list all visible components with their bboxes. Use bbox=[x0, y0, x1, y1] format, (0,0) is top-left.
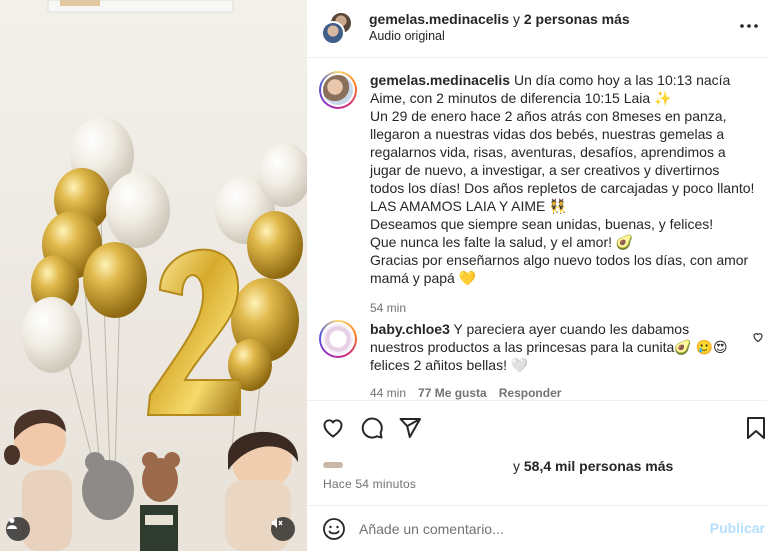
comment-icon bbox=[361, 417, 383, 439]
post-header: gemelas.medinacelis y 2 personas más Aud… bbox=[307, 0, 767, 58]
likes-connector: y bbox=[513, 458, 520, 474]
heart-icon bbox=[753, 333, 763, 343]
comment-body: baby.chloe3 Y pareciera ayer cuando les … bbox=[370, 320, 740, 400]
comment-like-button[interactable] bbox=[752, 330, 764, 343]
comment-time[interactable]: 44 min bbox=[370, 384, 406, 400]
caption-avatar[interactable] bbox=[319, 71, 357, 109]
heart-icon bbox=[323, 419, 343, 438]
more-options-button[interactable] bbox=[739, 16, 759, 36]
likes-section: y 58,4 mil personas más Hace 54 minutos bbox=[307, 454, 767, 496]
caption-time[interactable]: 54 min bbox=[370, 299, 406, 317]
add-comment-bar: Publicar bbox=[307, 505, 767, 551]
post-time[interactable]: Hace 54 minutos bbox=[323, 477, 416, 491]
comment-likes[interactable]: 77 Me gusta bbox=[418, 384, 487, 400]
share-icon bbox=[399, 418, 421, 438]
action-bar bbox=[307, 400, 767, 454]
header-username[interactable]: gemelas.medinacelis bbox=[369, 11, 509, 27]
caption-line-3: Deseamos que siempre sean unidas, buenas… bbox=[370, 216, 714, 232]
caption-line-4: Que nunca les falte la salud, y el amor!… bbox=[370, 234, 634, 250]
mute-icon bbox=[272, 518, 283, 528]
caption-body: gemelas.medinacelis Un día como hoy a la… bbox=[370, 71, 755, 317]
post-sidebar: gemelas.medinacelis y 2 personas más Aud… bbox=[307, 0, 767, 551]
mute-button[interactable] bbox=[271, 517, 295, 541]
post-photo bbox=[0, 0, 307, 551]
comment-username[interactable]: baby.chloe3 bbox=[370, 321, 450, 337]
header-username-line: gemelas.medinacelis y 2 personas más bbox=[369, 11, 630, 27]
caption-line-2: Un 29 de enero hace 2 años atrás con 8me… bbox=[370, 108, 755, 214]
tagged-users-button[interactable] bbox=[6, 517, 30, 541]
more-horizontal-icon bbox=[740, 24, 758, 28]
comments-section[interactable]: gemelas.medinacelis Un día como hoy a la… bbox=[307, 58, 767, 400]
save-button[interactable] bbox=[743, 415, 767, 441]
post-media[interactable] bbox=[0, 0, 307, 551]
like-button[interactable] bbox=[320, 415, 346, 441]
collab-avatars[interactable] bbox=[321, 11, 355, 45]
reply-button[interactable]: Responder bbox=[499, 384, 562, 400]
caption-line-5: Gracias por enseñarnos algo nuevo todos … bbox=[370, 252, 749, 286]
comment-input[interactable] bbox=[359, 518, 679, 540]
avatar bbox=[321, 21, 345, 45]
likes-count[interactable]: 58,4 mil personas más bbox=[524, 458, 673, 474]
audio-label[interactable]: Audio original bbox=[369, 29, 445, 43]
emoji-button[interactable] bbox=[321, 516, 347, 542]
caption-meta: 54 min bbox=[370, 299, 755, 317]
bookmark-icon bbox=[747, 417, 765, 439]
comment-avatar[interactable] bbox=[319, 320, 357, 358]
header-collab-others[interactable]: 2 personas más bbox=[524, 11, 630, 27]
comment-button[interactable] bbox=[359, 415, 385, 441]
liker-avatars[interactable] bbox=[323, 462, 343, 468]
header-connector: y bbox=[512, 11, 520, 27]
comment-meta: 44 min 77 Me gusta Responder bbox=[370, 384, 740, 400]
share-button[interactable] bbox=[397, 415, 423, 441]
emoji-icon bbox=[323, 518, 345, 540]
publish-button[interactable]: Publicar bbox=[710, 520, 765, 536]
likes-summary[interactable]: y 58,4 mil personas más bbox=[513, 458, 673, 474]
user-icon bbox=[7, 518, 17, 529]
caption-username[interactable]: gemelas.medinacelis bbox=[370, 72, 510, 88]
